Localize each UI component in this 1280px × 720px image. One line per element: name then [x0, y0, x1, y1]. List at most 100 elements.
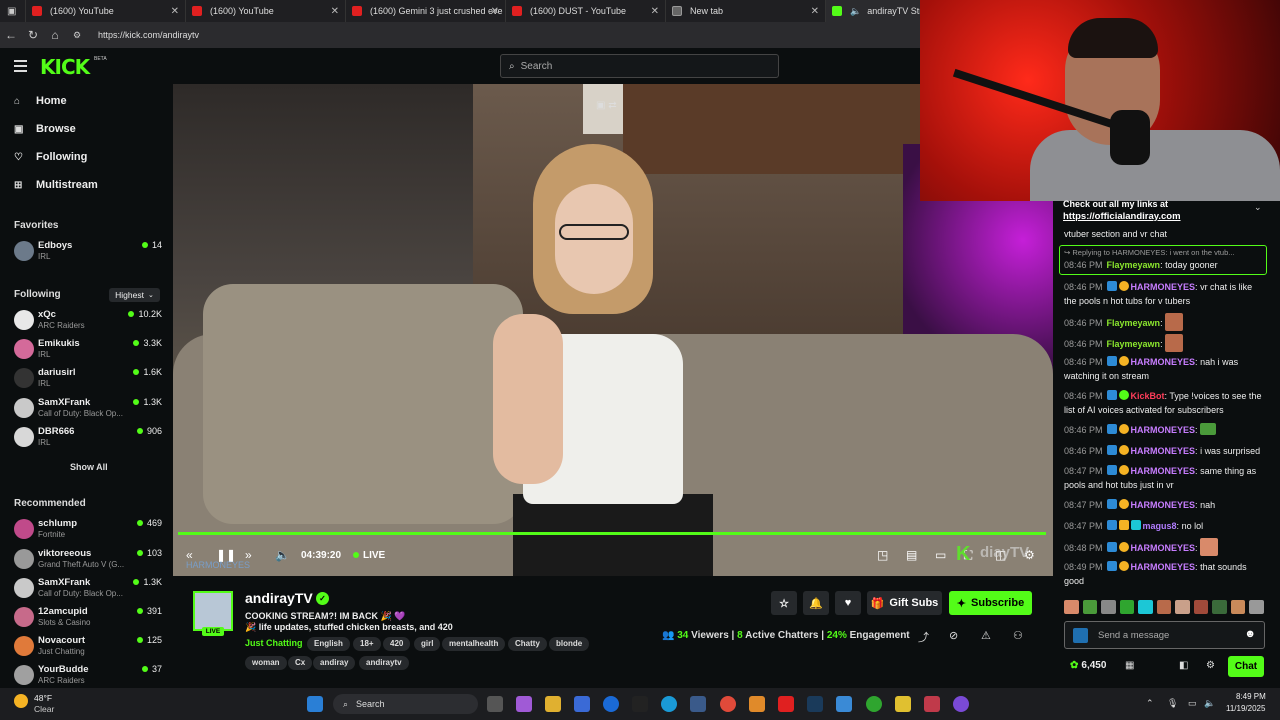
- youtube-icon[interactable]: [778, 696, 794, 712]
- back-icon[interactable]: ←: [0, 28, 22, 42]
- weather-moon-icon[interactable]: [14, 694, 28, 708]
- stream-tag[interactable]: andiraytv: [359, 656, 409, 670]
- calculator-icon[interactable]: [690, 696, 706, 712]
- kick-logo[interactable]: KICK: [40, 55, 90, 79]
- channel-avatar[interactable]: [193, 591, 233, 631]
- browser-tab[interactable]: (1600) YouTube ✕: [186, 0, 346, 22]
- translate-icon[interactable]: ⇄: [608, 100, 616, 111]
- chevron-down-icon[interactable]: ⌄: [1254, 202, 1262, 213]
- steam-icon[interactable]: [807, 696, 823, 712]
- amazon-icon[interactable]: [632, 696, 648, 712]
- browser-tab[interactable]: (1600) YouTube ✕: [26, 0, 186, 22]
- notes-icon[interactable]: [895, 696, 911, 712]
- copilot-icon[interactable]: [516, 696, 532, 712]
- stream-tag[interactable]: 18+: [353, 637, 381, 651]
- clip-icon[interactable]: ▤: [906, 548, 917, 562]
- gift-subs-button[interactable]: 🎁 Gift Subs: [867, 591, 942, 615]
- emote-icon[interactable]: [1193, 600, 1209, 614]
- user-icon[interactable]: ⚇: [1013, 629, 1023, 642]
- stream-category-link[interactable]: Just Chatting: [245, 638, 303, 648]
- hide-icon[interactable]: ⊘: [949, 629, 958, 642]
- recommended-channel[interactable]: viktoreeous Grand Theft Auto V (G... 103: [14, 547, 162, 573]
- app-icon[interactable]: [836, 696, 852, 712]
- share-icon[interactable]: ⤴: [918, 629, 929, 645]
- close-icon[interactable]: ✕: [331, 6, 339, 17]
- report-icon[interactable]: ⚠: [981, 629, 991, 642]
- emote-icon[interactable]: [1101, 600, 1116, 614]
- nav-following[interactable]: ♡ Following: [14, 151, 87, 163]
- stream-tag[interactable]: woman: [245, 656, 287, 670]
- emote-icon[interactable]: [1230, 600, 1246, 614]
- taskbar-time[interactable]: 8:49 PM: [1236, 692, 1266, 701]
- nav-home[interactable]: ⌂ Home: [14, 95, 67, 107]
- stream-tag[interactable]: mentalhealth: [442, 637, 506, 651]
- chat-send-button[interactable]: Chat: [1228, 656, 1264, 677]
- emote-icon[interactable]: [1175, 600, 1190, 614]
- tab-switcher[interactable]: ▣: [0, 0, 26, 22]
- recommended-channel[interactable]: YourBudde ARC Raiders 37: [14, 663, 162, 689]
- chrome-icon[interactable]: [720, 696, 736, 712]
- app-icon[interactable]: [749, 696, 765, 712]
- stream-tag[interactable]: blonde: [549, 637, 590, 651]
- star-button[interactable]: ☆: [771, 591, 797, 615]
- notification-button[interactable]: 🔔: [803, 591, 829, 615]
- stream-tag[interactable]: Chatty: [508, 637, 547, 651]
- app-icon[interactable]: [924, 696, 940, 712]
- chevron-up-icon[interactable]: ⌃: [1146, 698, 1154, 709]
- stream-tag[interactable]: 420: [383, 637, 411, 651]
- recommended-channel[interactable]: Novacourt Just Chatting 125: [14, 634, 162, 660]
- emote-icon[interactable]: [1119, 600, 1135, 614]
- file-explorer-icon[interactable]: [545, 696, 561, 712]
- emote-icon[interactable]: [1082, 600, 1098, 614]
- nav-browse[interactable]: ▣ Browse: [14, 123, 76, 135]
- following-channel[interactable]: dariusirl IRL 1.6K: [14, 366, 162, 392]
- following-channel[interactable]: DBR666 IRL 906: [14, 425, 162, 451]
- emote-icon[interactable]: [1156, 600, 1172, 614]
- browser-tab[interactable]: (1600) DUST - YouTube ✕: [506, 0, 666, 22]
- stream-tag[interactable]: English: [307, 637, 350, 651]
- following-channel[interactable]: xQc ARC Raiders 10.2K: [14, 308, 162, 334]
- search-input[interactable]: ⌕ Search: [500, 54, 779, 78]
- recommended-channel[interactable]: schlump Fortnite 469: [14, 517, 162, 543]
- edge-icon[interactable]: [661, 696, 677, 712]
- speaker-icon[interactable]: 🔈: [1204, 698, 1215, 709]
- recommended-channel[interactable]: SamXFrank Call of Duty: Black Op... 1.3K: [14, 576, 162, 602]
- close-icon[interactable]: ✕: [491, 6, 499, 17]
- following-channel[interactable]: SamXFrank Call of Duty: Black Op... 1.3K: [14, 396, 162, 422]
- emoji-icon[interactable]: ☻: [1244, 628, 1256, 640]
- emote-icon[interactable]: [1064, 600, 1079, 614]
- url-field[interactable]: https://kick.com/andiraytv: [98, 30, 199, 40]
- facebook-icon[interactable]: [603, 696, 619, 712]
- stream-tag[interactable]: Cx: [288, 656, 313, 670]
- emote-icon[interactable]: [1212, 600, 1227, 614]
- mini-player-icon[interactable]: ◳: [877, 548, 888, 562]
- clip-icons[interactable]: ▣ ⇄: [596, 100, 617, 111]
- bookmark-icon[interactable]: ◧: [1179, 660, 1188, 671]
- sort-dropdown[interactable]: Highest ⌄: [109, 288, 160, 302]
- xbox-icon[interactable]: [866, 696, 882, 712]
- volume-icon[interactable]: 🔈: [275, 548, 290, 562]
- obs-icon[interactable]: [953, 696, 969, 712]
- emote-icon[interactable]: [1138, 600, 1153, 614]
- task-view-icon[interactable]: [487, 696, 503, 712]
- mic-icon[interactable]: 🎙: [1167, 698, 1178, 709]
- stream-tag[interactable]: girl: [414, 637, 441, 651]
- store-icon[interactable]: ▦: [1125, 660, 1134, 671]
- refresh-icon[interactable]: ↻: [22, 28, 44, 42]
- subscribe-button[interactable]: ✦ Subscribe: [949, 591, 1032, 615]
- taskbar-date[interactable]: 11/19/2025: [1226, 704, 1265, 713]
- close-icon[interactable]: ✕: [651, 6, 659, 17]
- taskbar-search[interactable]: ⌕ Search: [333, 694, 478, 714]
- channel-points[interactable]: ✿ 6,450: [1070, 660, 1106, 671]
- chat-settings-icon[interactable]: ⚙: [1206, 660, 1215, 671]
- channel-name[interactable]: andirayTV: [245, 590, 313, 606]
- close-icon[interactable]: ✕: [171, 6, 179, 17]
- site-info-icon[interactable]: ⚙: [66, 30, 88, 41]
- browser-tab[interactable]: (1600) Gemini 3 just crushed eve ✕: [346, 0, 506, 22]
- theater-mode-icon[interactable]: ▣: [596, 100, 605, 111]
- theater-icon[interactable]: ▭: [935, 548, 946, 562]
- chat-input[interactable]: Send a message ☻: [1064, 621, 1265, 649]
- emote-icon[interactable]: [1249, 600, 1265, 614]
- network-icon[interactable]: ▭: [1188, 698, 1197, 709]
- store-icon[interactable]: [574, 696, 590, 712]
